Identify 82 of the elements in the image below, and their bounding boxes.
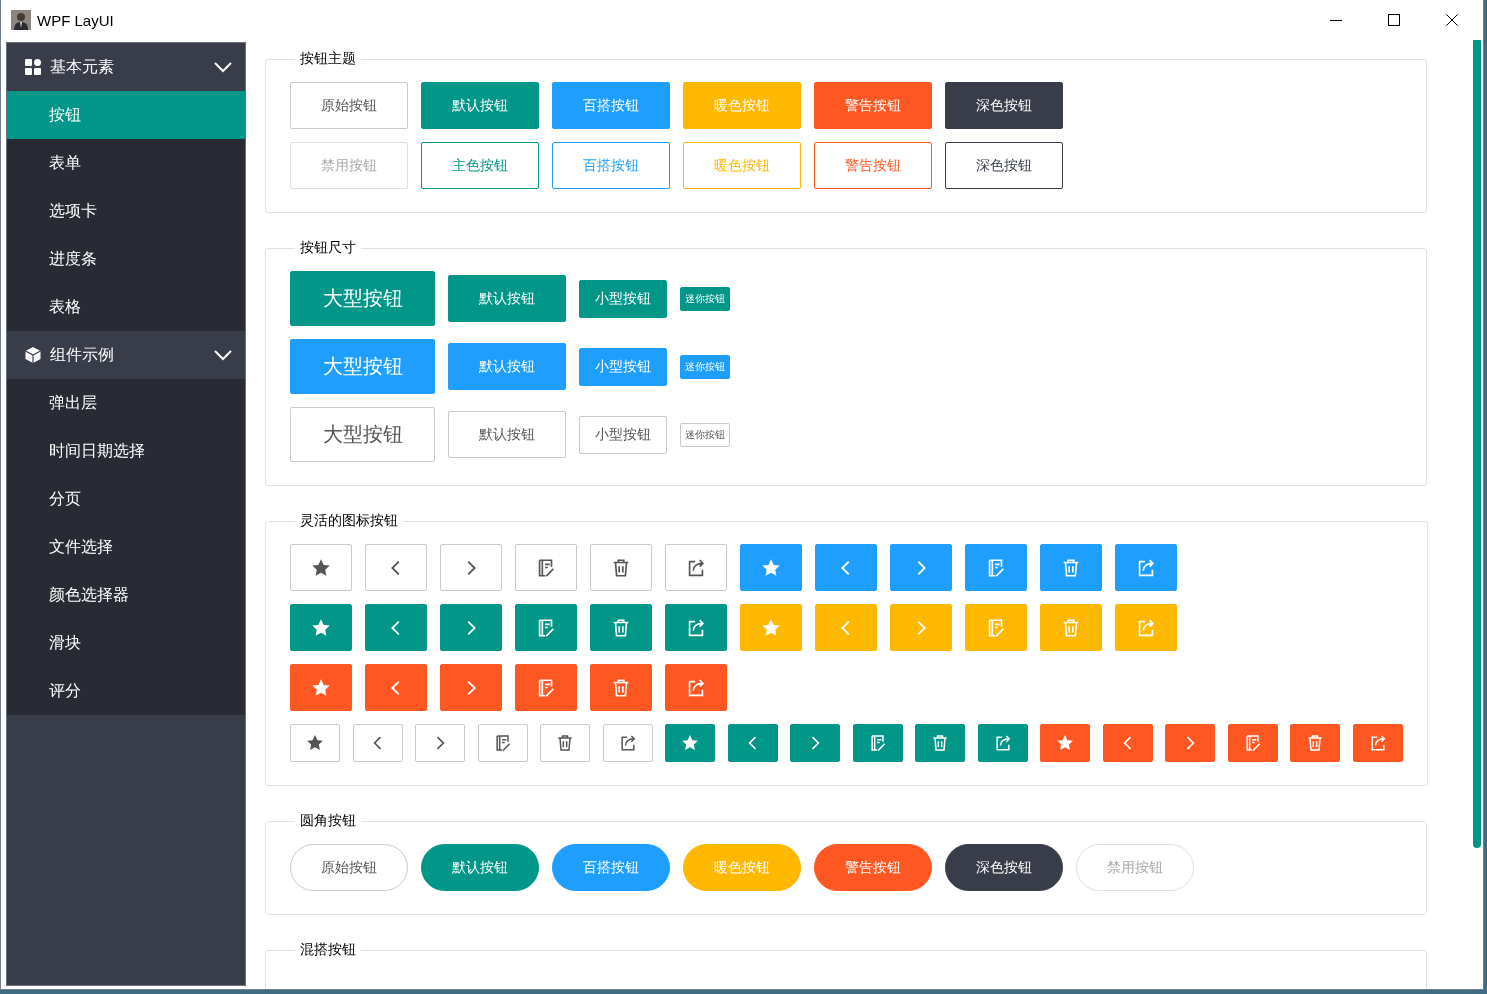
- button[interactable]: 深色按钮: [945, 142, 1063, 189]
- icon-button[interactable]: [590, 544, 652, 591]
- icon-button[interactable]: [852, 724, 903, 762]
- icon-button[interactable]: [590, 604, 652, 651]
- icon-button[interactable]: [290, 724, 340, 762]
- trash-icon: [1305, 733, 1325, 753]
- button[interactable]: 原始按钮: [290, 82, 408, 129]
- menu-group-title: 基本元素: [50, 56, 115, 77]
- icon-button[interactable]: [977, 724, 1028, 762]
- scrollbar[interactable]: [1473, 40, 1481, 848]
- menu-item[interactable]: 表格: [7, 283, 245, 331]
- button[interactable]: 迷你按钮: [680, 422, 730, 447]
- icon-button[interactable]: [665, 724, 715, 762]
- button[interactable]: 深色按钮: [945, 82, 1063, 129]
- button[interactable]: 深色按钮: [945, 844, 1063, 891]
- menu-item[interactable]: 颜色选择器: [7, 571, 245, 619]
- section-title: 圆角按钮: [299, 812, 357, 830]
- icon-button[interactable]: [590, 664, 652, 711]
- button[interactable]: 警告按钮: [814, 82, 932, 129]
- icon-button[interactable]: [1227, 724, 1278, 762]
- button[interactable]: 百搭按钮: [552, 142, 670, 189]
- icon-button[interactable]: [915, 724, 965, 762]
- menu-item[interactable]: 滑块: [7, 619, 245, 667]
- menu-item[interactable]: 分页: [7, 475, 245, 523]
- icon-button[interactable]: [515, 544, 577, 591]
- button[interactable]: 大型按钮: [290, 271, 435, 326]
- menu-item[interactable]: 选项卡: [7, 187, 245, 235]
- button[interactable]: 默认按钮: [421, 844, 539, 891]
- cube-icon: [24, 346, 42, 364]
- menu-group-title: 组件示例: [50, 344, 115, 365]
- button[interactable]: 大型按钮: [290, 339, 435, 394]
- menu-item[interactable]: 评分: [7, 667, 245, 715]
- menu-item[interactable]: 弹出层: [7, 379, 245, 427]
- button[interactable]: 小型按钮: [579, 279, 667, 318]
- icon-button[interactable]: [665, 604, 727, 651]
- star-icon: [305, 733, 325, 753]
- trash-icon: [930, 733, 950, 753]
- button[interactable]: 迷你按钮: [680, 286, 730, 311]
- maximize-icon: [1388, 14, 1400, 26]
- icon-button[interactable]: [665, 544, 727, 591]
- button[interactable]: 警告按钮: [814, 142, 932, 189]
- button[interactable]: 默认按钮: [421, 82, 539, 129]
- section-title: 灵活的图标按钮: [299, 512, 399, 530]
- section-title: 混搭按钮: [299, 941, 357, 959]
- window-title: WPF LayUI: [37, 11, 115, 29]
- menu-item[interactable]: 文件选择: [7, 523, 245, 571]
- button[interactable]: 主色按钮: [421, 142, 539, 189]
- button[interactable]: 迷你按钮: [680, 354, 730, 379]
- icon-button[interactable]: [540, 724, 590, 762]
- menu-item[interactable]: 进度条: [7, 235, 245, 283]
- button[interactable]: 百搭按钮: [552, 82, 670, 129]
- menu-item[interactable]: 表单: [7, 139, 245, 187]
- section-title: 按钮主题: [299, 50, 357, 68]
- trash-icon: [555, 733, 575, 753]
- icon-button[interactable]: [515, 604, 577, 651]
- button[interactable]: 默认按钮: [448, 275, 566, 322]
- icon-button[interactable]: [1102, 724, 1153, 762]
- button[interactable]: 警告按钮: [814, 844, 932, 891]
- button[interactable]: 默认按钮: [448, 411, 566, 458]
- icon-button[interactable]: [290, 604, 352, 651]
- app-avatar-icon: [11, 10, 31, 30]
- star-icon: [1055, 733, 1075, 753]
- icon-button[interactable]: [602, 724, 653, 762]
- icon-button[interactable]: [290, 664, 352, 711]
- menu-item[interactable]: 按钮: [7, 91, 245, 139]
- icon-button[interactable]: [290, 544, 352, 591]
- button[interactable]: 小型按钮: [579, 347, 667, 386]
- button[interactable]: 大型按钮: [290, 407, 435, 462]
- icon-button[interactable]: [515, 664, 577, 711]
- section-title: 按钮尺寸: [299, 239, 357, 257]
- button[interactable]: 百搭按钮: [552, 844, 670, 891]
- icon-button[interactable]: [477, 724, 528, 762]
- star-icon: [680, 733, 700, 753]
- icon-button[interactable]: [1352, 724, 1403, 762]
- button[interactable]: 原始按钮: [290, 844, 408, 891]
- icon-button[interactable]: [727, 724, 778, 762]
- button[interactable]: 默认按钮: [448, 343, 566, 390]
- close-icon: [1446, 14, 1458, 26]
- button[interactable]: 小型按钮: [579, 415, 667, 454]
- icon-button[interactable]: [1040, 724, 1090, 762]
- menu-item[interactable]: 时间日期选择: [7, 427, 245, 475]
- grid-icon: [24, 58, 42, 76]
